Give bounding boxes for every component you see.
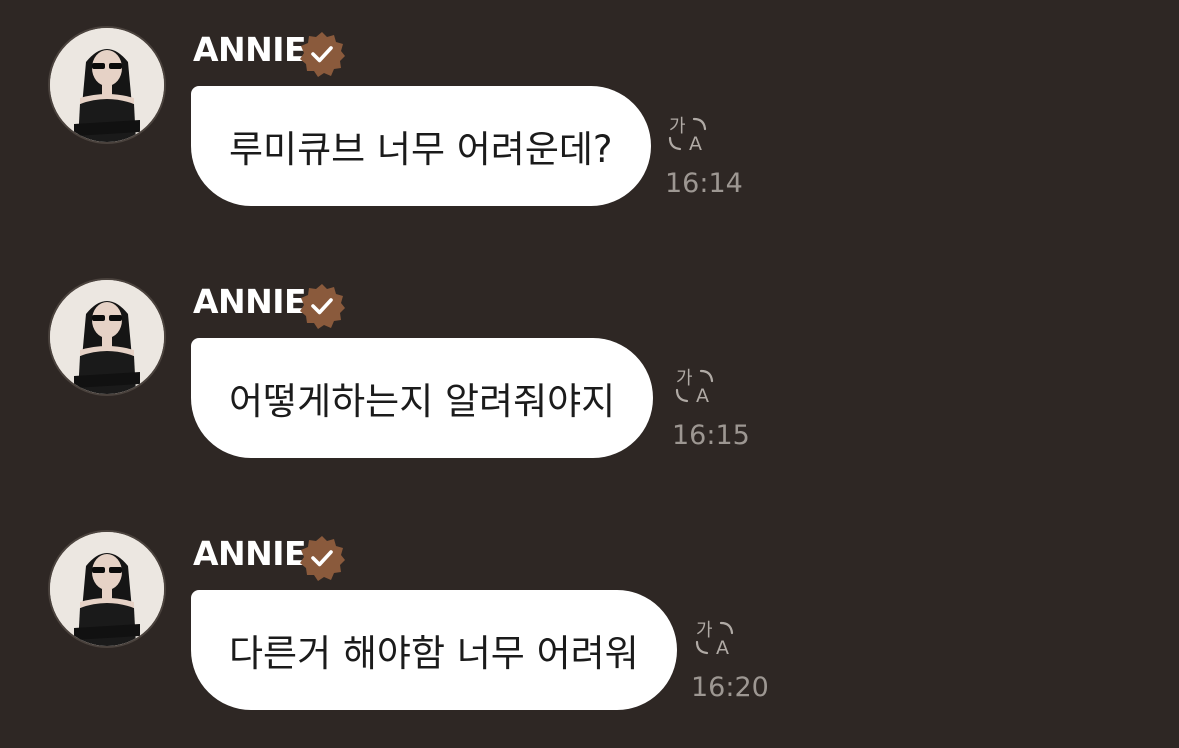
svg-text:A: A <box>696 385 709 406</box>
translate-icon[interactable]: 가 A <box>674 366 718 406</box>
message-timestamp: 16:15 <box>672 420 750 451</box>
svg-text:가: 가 <box>669 116 686 137</box>
message-text: 루미큐브 너무 어려운데? <box>229 128 613 171</box>
chat-message: ANNIE 어떻게하는지 알려줘야지 가 A 16:15 <box>0 252 1179 458</box>
verified-badge-icon <box>300 284 345 329</box>
message-text: 어떻게하는지 알려줘야지 <box>229 380 616 423</box>
translate-icon[interactable]: 가 A <box>667 114 711 154</box>
svg-text:A: A <box>716 637 729 658</box>
svg-text:가: 가 <box>696 620 713 641</box>
message-text: 다른거 해야함 너무 어려워 <box>229 632 639 675</box>
message-timestamp: 16:14 <box>665 168 743 199</box>
message-timestamp: 16:20 <box>691 672 769 703</box>
message-bubble[interactable]: 어떻게하는지 알려줘야지 <box>191 338 654 458</box>
avatar[interactable] <box>48 278 166 396</box>
avatar[interactable] <box>48 26 166 144</box>
svg-text:A: A <box>689 133 702 154</box>
translate-icon[interactable]: 가 A <box>694 618 738 658</box>
verified-badge-icon <box>300 536 345 581</box>
chat-message: ANNIE 다른거 해야함 너무 어려워 가 A 16:20 <box>0 504 1179 710</box>
verified-badge-icon <box>300 32 345 77</box>
avatar[interactable] <box>48 530 166 648</box>
message-bubble[interactable]: 다른거 해야함 너무 어려워 <box>191 590 677 710</box>
sender-name: ANNIE <box>193 282 307 321</box>
svg-text:가: 가 <box>676 368 693 389</box>
chat-message: ANNIE 루미큐브 너무 어려운데? 가 A 16:14 <box>0 0 1179 206</box>
message-bubble[interactable]: 루미큐브 너무 어려운데? <box>191 86 651 206</box>
sender-name: ANNIE <box>193 534 307 573</box>
sender-name: ANNIE <box>193 30 307 69</box>
